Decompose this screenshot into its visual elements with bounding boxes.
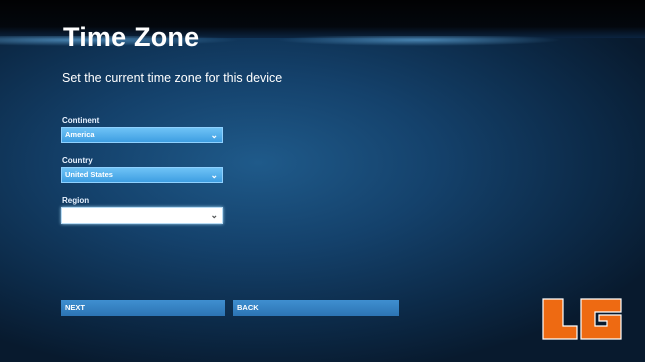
chevron-down-icon: ⌄ [210,130,218,140]
back-button[interactable]: BACK [233,300,399,316]
region-label: Region [62,196,90,205]
country-value: United States [65,170,113,179]
logo-mark [542,298,622,340]
country-label: Country [62,156,93,165]
chevron-down-icon: ⌄ [210,210,218,220]
page-title: Time Zone [63,22,200,52]
continent-value: America [65,130,95,139]
continent-label: Continent [62,116,100,125]
country-select[interactable]: United States ⌄ [61,167,223,183]
region-select[interactable]: ⌄ [61,207,223,224]
next-button[interactable]: NEXT [61,300,225,316]
screen: Time Zone Set the current time zone for … [0,0,645,362]
page-subtitle: Set the current time zone for this devic… [62,71,283,85]
chevron-down-icon: ⌄ [210,170,218,180]
continent-select[interactable]: America ⌄ [61,127,223,143]
